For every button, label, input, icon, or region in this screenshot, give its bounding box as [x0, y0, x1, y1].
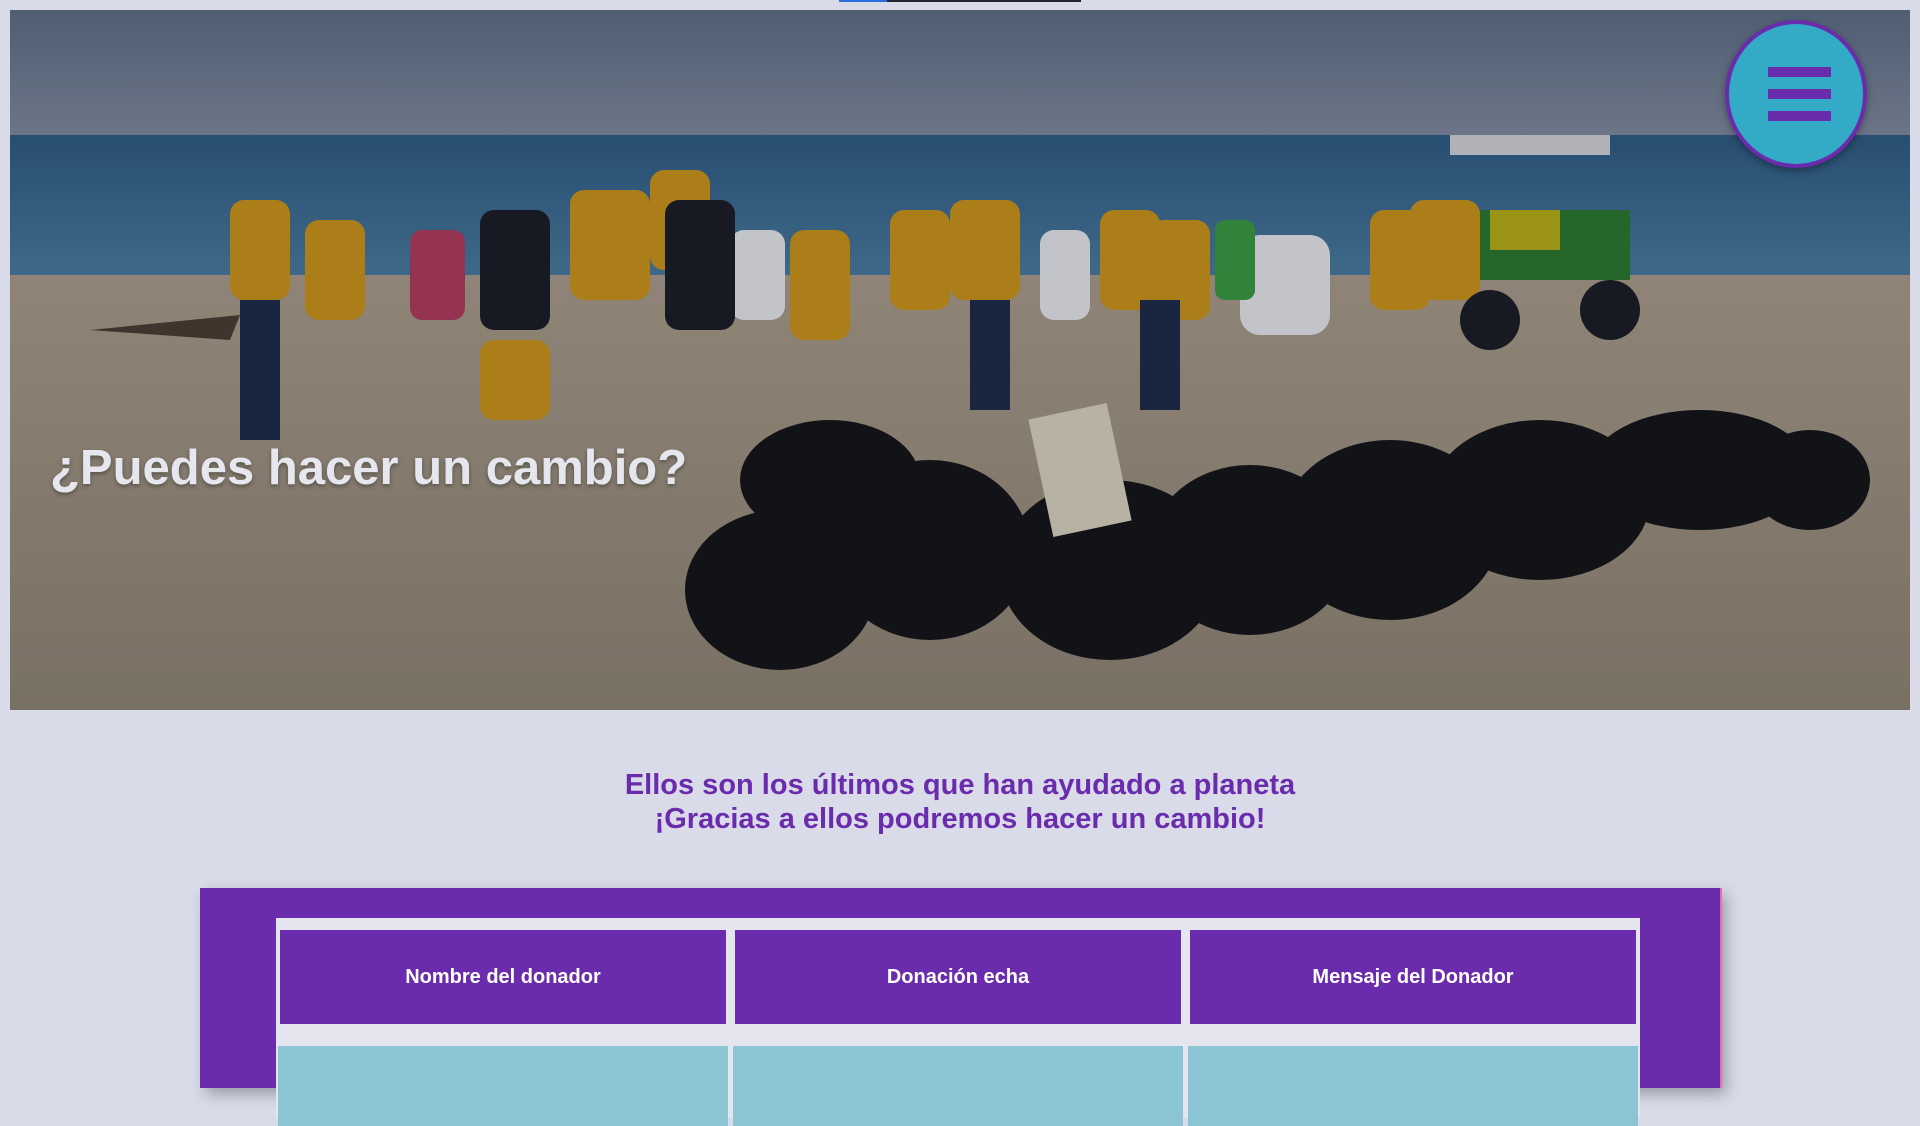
donors-table-panel: Nombre del donador Donación echa Mensaje… [200, 888, 1720, 1126]
table-cell [1188, 1046, 1638, 1126]
hero-banner: ¿Puedes hacer un cambio? [10, 10, 1910, 710]
column-header-donor-name: Nombre del donador [278, 928, 728, 1026]
column-header-donor-message: Mensaje del Donador [1188, 928, 1638, 1026]
headline-line-2: ¡Gracias a ellos podremos hacer un cambi… [654, 803, 1266, 835]
headline-line-1: Ellos son los últimos que han ayudado a … [624, 769, 1296, 801]
top-progress-bar [839, 0, 1081, 2]
donors-table: Nombre del donador Donación echa Mensaje… [276, 918, 1640, 1126]
menu-button[interactable] [1725, 20, 1867, 168]
column-header-donation: Donación echa [733, 928, 1183, 1026]
top-progress-fill [839, 0, 888, 2]
donors-headline: Ellos son los últimos que han ayudado a … [0, 768, 1920, 836]
table-cell [278, 1046, 728, 1126]
hero-title: ¿Puedes hacer un cambio? [50, 441, 688, 495]
table-cell [733, 1046, 1183, 1126]
hero-photo [10, 10, 1910, 710]
